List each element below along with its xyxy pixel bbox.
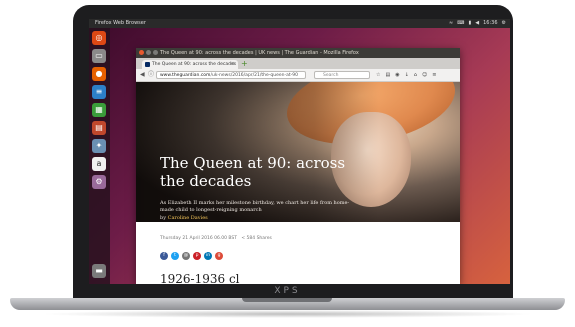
panel-title: Firefox Web Browser [95,20,146,26]
firefox-icon[interactable]: ● [92,67,106,81]
tab-close-icon[interactable]: × [231,60,235,69]
minimize-icon[interactable] [146,50,151,55]
smiley-icon[interactable]: ☺ [422,71,427,79]
new-tab-icon[interactable]: + [241,59,248,68]
laptop-hinge [242,298,332,302]
url-bar[interactable]: www.theguardian.com/uk-news/2016/apr/21/… [156,71,306,79]
pocket-icon[interactable]: ◉ [395,71,399,79]
wifi-icon[interactable]: ≈ [449,19,453,28]
calc-icon[interactable]: ▦ [92,103,106,117]
keyboard-icon[interactable]: ⌨ [457,19,464,28]
article-meta: Thursday 21 April 2016 06.00 BST < 584 S… [160,236,272,241]
article-headline: The Queen at 90: across the decades [160,154,346,190]
hero-image: The Queen at 90: across the decades As E… [136,82,460,222]
url-domain: www.theguardian.com [160,73,211,78]
article-date: Thursday 21 April 2016 06.00 BST [160,236,238,241]
tab-active[interactable]: The Queen at 90: across the decades × [142,60,238,69]
launcher-bar: ◎ ▭ ● ≡ ▦ ▤ ✦ a ⚙ ▬ [89,28,110,284]
share-count: < 584 Shares [241,236,272,241]
pinterest-icon[interactable]: p [193,252,201,260]
share-buttons: f t @ p in g [160,252,223,260]
desktop-screen: Firefox Web Browser ≈ ⌨ ▮ ◀ 16:36 ⚙ ◎ ▭ … [89,19,510,284]
googleplus-icon[interactable]: g [215,252,223,260]
guardian-favicon-icon [145,62,150,67]
search-placeholder: Search [323,73,339,78]
volume-icon[interactable]: ◀ [475,19,479,28]
menu-icon[interactable]: ≡ [432,71,436,79]
email-icon[interactable]: @ [182,252,190,260]
search-input[interactable]: Search [314,71,370,79]
browser-window: The Queen at 90: across the decades | UK… [136,48,460,284]
article-standfirst: As Elizabeth II marks her milestone birt… [160,200,350,213]
close-icon[interactable] [139,50,144,55]
trash-icon[interactable]: ▬ [92,264,106,278]
download-icon[interactable]: ↓ [405,71,409,79]
url-path: /uk-news/2016/apr/21/the-queen-at-90 [210,73,299,78]
home-icon[interactable]: ⌂ [414,71,417,79]
linkedin-icon[interactable]: in [204,252,212,260]
gear-icon[interactable]: ⚙ [502,19,506,28]
reading-list-icon[interactable]: ▤ [385,71,390,79]
tab-bar: The Queen at 90: across the decades × + [136,58,460,69]
writer-icon[interactable]: ≡ [92,85,106,99]
battery-icon[interactable]: ▮ [468,19,471,28]
top-panel: Firefox Web Browser ≈ ⌨ ▮ ◀ 16:36 ⚙ [89,19,510,28]
laptop-shadow [40,310,535,318]
impress-icon[interactable]: ▤ [92,121,106,135]
amazon-icon[interactable]: a [92,157,106,171]
window-title: The Queen at 90: across the decades | UK… [160,50,359,56]
byline-author-link[interactable]: Caroline Davies [168,215,208,221]
maximize-icon[interactable] [153,50,158,55]
software-center-icon[interactable]: ✦ [92,139,106,153]
indicator-area: ≈ ⌨ ▮ ◀ 16:36 ⚙ [449,19,506,28]
window-controls [139,50,158,55]
window-titlebar: The Queen at 90: across the decades | UK… [136,48,460,58]
article-page: The Queen at 90: across the decades As E… [136,82,460,284]
clock[interactable]: 16:36 [483,19,497,28]
facebook-icon[interactable]: f [160,252,168,260]
files-icon[interactable]: ▭ [92,49,106,63]
bookmark-star-icon[interactable]: ☆ [376,71,380,79]
article-byline: by Caroline Davies [160,215,208,221]
section-heading: 1926-1936 cl [160,272,240,284]
back-icon[interactable]: ◀ [140,71,145,79]
byline-prefix: by [160,215,167,221]
toolbar-icons: ☆ ▤ ◉ ↓ ⌂ ☺ ≡ [376,71,436,79]
settings-icon[interactable]: ⚙ [92,175,106,189]
navigation-toolbar: ◀ ⓘ www.theguardian.com/uk-news/2016/apr… [136,69,460,82]
twitter-icon[interactable]: t [171,252,179,260]
tab-label: The Queen at 90: across the decades [152,62,237,67]
info-icon[interactable]: ⓘ [148,71,154,79]
laptop-brand-logo: XPS [274,286,301,296]
ubuntu-icon[interactable]: ◎ [92,31,106,45]
